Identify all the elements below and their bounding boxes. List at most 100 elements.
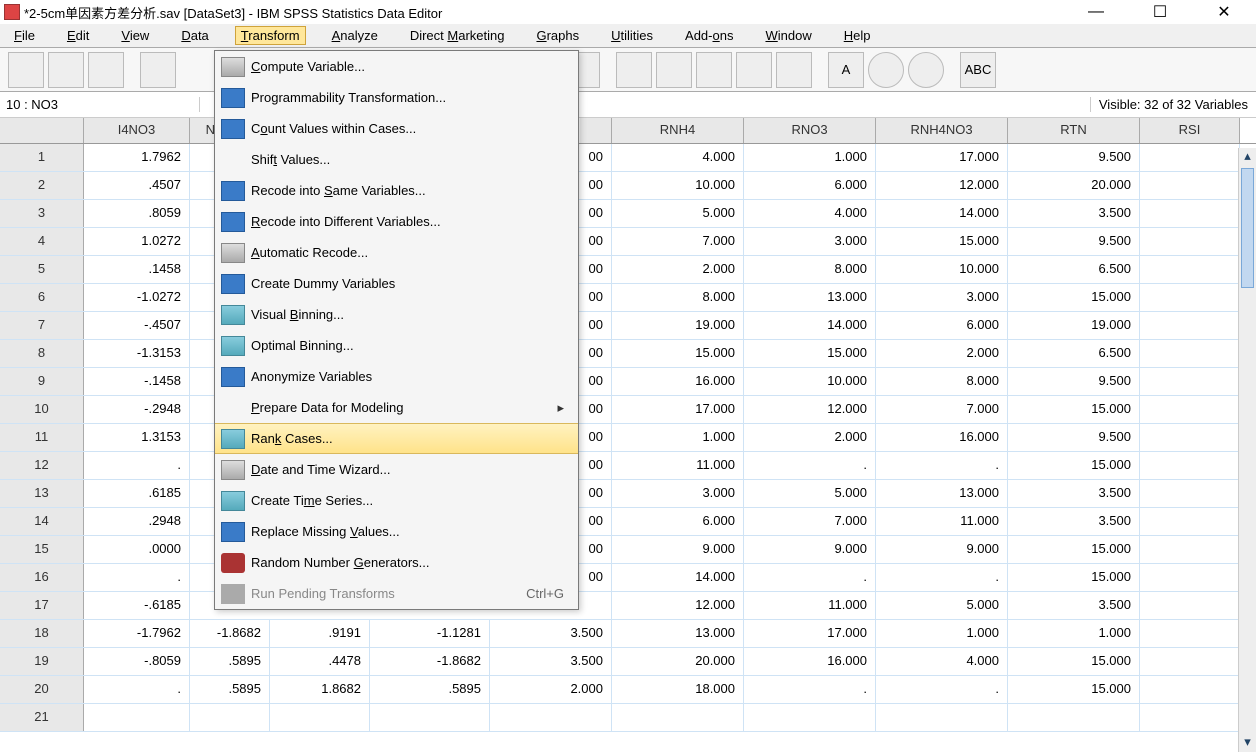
cell-h4no3[interactable]: -1.7962 bbox=[84, 620, 190, 647]
cell-rsi[interactable] bbox=[1140, 284, 1240, 311]
cell-rtn[interactable]: 15.000 bbox=[1008, 564, 1140, 591]
cell-rsi[interactable] bbox=[1140, 620, 1240, 647]
cell-rnh4no3[interactable]: 2.000 bbox=[876, 340, 1008, 367]
cell-rtn[interactable]: 19.000 bbox=[1008, 312, 1140, 339]
cell-peek[interactable]: 00 bbox=[580, 452, 612, 479]
cell-rtn[interactable]: 3.500 bbox=[1008, 480, 1140, 507]
cell-rnh4no3[interactable]: 9.000 bbox=[876, 536, 1008, 563]
row-number[interactable]: 9 bbox=[0, 368, 84, 395]
cell-rtn[interactable]: 9.500 bbox=[1008, 228, 1140, 255]
row-number[interactable]: 14 bbox=[0, 508, 84, 535]
row-number[interactable]: 20 bbox=[0, 676, 84, 703]
cell-peek[interactable]: 00 bbox=[580, 508, 612, 535]
cell-rsi[interactable] bbox=[1140, 536, 1240, 563]
cell-rtn[interactable]: 15.000 bbox=[1008, 536, 1140, 563]
cell-peek[interactable]: 00 bbox=[580, 144, 612, 171]
cell-rno3[interactable]: 10.000 bbox=[744, 368, 876, 395]
cell-rnh4[interactable]: 14.000 bbox=[612, 564, 744, 591]
cell-peek[interactable]: 00 bbox=[580, 200, 612, 227]
row-number[interactable]: 4 bbox=[0, 228, 84, 255]
cell-rnh4no3[interactable]: 12.000 bbox=[876, 172, 1008, 199]
cell-rnh4[interactable]: 20.000 bbox=[612, 648, 744, 675]
cell-rno3[interactable]: 6.000 bbox=[744, 172, 876, 199]
cell-rno3[interactable] bbox=[744, 704, 876, 731]
insert-cases-button[interactable] bbox=[696, 52, 732, 88]
cell-h4no3[interactable]: -.4507 bbox=[84, 312, 190, 339]
cell-h4no3[interactable]: .8059 bbox=[84, 200, 190, 227]
cell-rnh4[interactable]: 9.000 bbox=[612, 536, 744, 563]
cell-rsi[interactable] bbox=[1140, 704, 1240, 731]
cell-rtn[interactable]: 3.500 bbox=[1008, 508, 1140, 535]
cell-rnh4[interactable] bbox=[612, 704, 744, 731]
cell-h4no3[interactable]: . bbox=[84, 452, 190, 479]
cell-rnh4no3[interactable]: . bbox=[876, 564, 1008, 591]
cell-h4no3[interactable]: .0000 bbox=[84, 536, 190, 563]
scroll-thumb[interactable] bbox=[1241, 168, 1254, 288]
cell-rnh4[interactable]: 11.000 bbox=[612, 452, 744, 479]
cell-h4no3[interactable]: -1.0272 bbox=[84, 284, 190, 311]
cell-peek[interactable] bbox=[580, 592, 612, 619]
cell-col2[interactable]: .4478 bbox=[270, 648, 370, 675]
cell-rtn[interactable]: 6.500 bbox=[1008, 340, 1140, 367]
row-number[interactable]: 21 bbox=[0, 704, 84, 731]
row-number[interactable]: 7 bbox=[0, 312, 84, 339]
cell-rno3[interactable]: 3.000 bbox=[744, 228, 876, 255]
row-number[interactable]: 16 bbox=[0, 564, 84, 591]
cell-nt[interactable]: -1.8682 bbox=[190, 620, 270, 647]
cell-col3[interactable]: -1.1281 bbox=[370, 620, 490, 647]
cell-rnh4[interactable]: 3.000 bbox=[612, 480, 744, 507]
col-header-h4no3[interactable]: I4NO3 bbox=[84, 118, 190, 143]
cell-h4no3[interactable]: 1.3153 bbox=[84, 424, 190, 451]
col-header-rtn[interactable]: RTN bbox=[1008, 118, 1140, 143]
row-number[interactable]: 15 bbox=[0, 536, 84, 563]
cell-col4[interactable]: 3.500 bbox=[490, 648, 612, 675]
cell-col4[interactable] bbox=[490, 704, 612, 731]
cell-rtn[interactable]: 9.500 bbox=[1008, 144, 1140, 171]
cell-rnh4[interactable]: 19.000 bbox=[612, 312, 744, 339]
cell-rtn[interactable]: 9.500 bbox=[1008, 424, 1140, 451]
row-number[interactable]: 19 bbox=[0, 648, 84, 675]
cell-rnh4no3[interactable]: 14.000 bbox=[876, 200, 1008, 227]
cell-col4[interactable]: 3.500 bbox=[490, 620, 612, 647]
menu-prepare-data[interactable]: Prepare Data for Modeling▸ bbox=[215, 392, 578, 423]
weight-cases-button[interactable] bbox=[736, 52, 772, 88]
cell-rtn[interactable]: 15.000 bbox=[1008, 284, 1140, 311]
recall-dialog-button[interactable] bbox=[140, 52, 176, 88]
cell-rsi[interactable] bbox=[1140, 200, 1240, 227]
cell-rno3[interactable]: 14.000 bbox=[744, 312, 876, 339]
cell-rnh4no3[interactable]: 11.000 bbox=[876, 508, 1008, 535]
cell-rno3[interactable]: 16.000 bbox=[744, 648, 876, 675]
menu-shift-values[interactable]: Shift Values... bbox=[215, 144, 578, 175]
cell-rnh4no3[interactable]: 15.000 bbox=[876, 228, 1008, 255]
cell-rsi[interactable] bbox=[1140, 396, 1240, 423]
menu-create-time-series[interactable]: Create Time Series... bbox=[215, 485, 578, 516]
cell-peek[interactable]: 00 bbox=[580, 228, 612, 255]
menu-file[interactable]: File bbox=[8, 26, 41, 45]
cell-rnh4no3[interactable] bbox=[876, 704, 1008, 731]
cell-nt[interactable]: .5895 bbox=[190, 648, 270, 675]
menu-help[interactable]: Help bbox=[838, 26, 877, 45]
cell-h4no3[interactable]: -.8059 bbox=[84, 648, 190, 675]
cell-rsi[interactable] bbox=[1140, 228, 1240, 255]
cell-rnh4[interactable]: 16.000 bbox=[612, 368, 744, 395]
cell-peek[interactable]: 00 bbox=[580, 480, 612, 507]
cell-peek[interactable]: 00 bbox=[580, 564, 612, 591]
cell-rnh4no3[interactable]: 16.000 bbox=[876, 424, 1008, 451]
cell-rnh4[interactable]: 1.000 bbox=[612, 424, 744, 451]
menu-data[interactable]: Data bbox=[175, 26, 214, 45]
menu-graphs[interactable]: Graphs bbox=[530, 26, 585, 45]
menu-auto-recode[interactable]: Automatic Recode... bbox=[215, 237, 578, 268]
menu-view[interactable]: View bbox=[115, 26, 155, 45]
cell-rsi[interactable] bbox=[1140, 452, 1240, 479]
cell-h4no3[interactable]: 1.7962 bbox=[84, 144, 190, 171]
minimize-button[interactable]: — bbox=[1076, 2, 1116, 22]
cell-rno3[interactable]: 7.000 bbox=[744, 508, 876, 535]
cell-rsi[interactable] bbox=[1140, 424, 1240, 451]
menu-visual-binning[interactable]: Visual Binning... bbox=[215, 299, 578, 330]
cell-h4no3[interactable]: .2948 bbox=[84, 508, 190, 535]
cell-col3[interactable] bbox=[370, 704, 490, 731]
cell-peek[interactable]: 00 bbox=[580, 396, 612, 423]
cell-rno3[interactable]: 17.000 bbox=[744, 620, 876, 647]
row-number[interactable]: 2 bbox=[0, 172, 84, 199]
cell-rno3[interactable]: 13.000 bbox=[744, 284, 876, 311]
